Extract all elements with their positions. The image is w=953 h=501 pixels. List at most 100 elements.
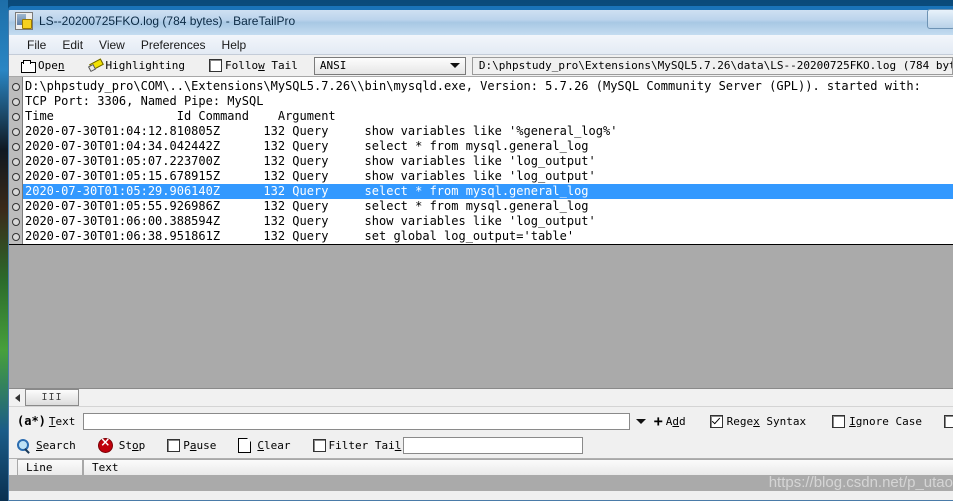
encoding-value: ANSI [319, 59, 347, 72]
log-line[interactable]: 2020-07-30T01:06:00.388594Z 132 Query sh… [23, 214, 953, 229]
scroll-left-arrow-icon [14, 393, 20, 402]
log-lines[interactable]: D:\phpstudy_pro\COM\..\Extensions\MySQL5… [23, 77, 953, 244]
title-bar[interactable]: LS--20200725FKO.log (784 bytes) - BareTa… [8, 6, 953, 35]
menu-preferences[interactable]: Preferences [133, 37, 214, 53]
bookmark-circle-icon[interactable] [11, 232, 20, 241]
results-column-headers: Line Text [9, 458, 953, 476]
follow-tail-checkbox[interactable]: Follow Tail [205, 58, 302, 73]
filter-tail-checkbox[interactable]: Filter Tail [312, 438, 402, 452]
extra-option-checkbox[interactable] [944, 414, 953, 428]
menu-view[interactable]: View [91, 37, 133, 53]
bookmark-circle-icon[interactable] [11, 157, 20, 166]
main-toolbar: Open Highlighting Follow Tail ANSI D:\ph… [9, 55, 953, 77]
chevron-down-icon [449, 63, 460, 68]
search-row-actions: Search Stop Pause Clear Filter Tail [9, 435, 953, 455]
search-text-label: Text [48, 414, 76, 428]
log-view[interactable]: D:\phpstudy_pro\COM\..\Extensions\MySQL5… [9, 77, 953, 245]
highlighter-pen-icon [89, 60, 103, 72]
menu-help[interactable]: Help [214, 37, 255, 53]
open-button-label: Open [38, 59, 65, 72]
folder-open-icon [21, 59, 36, 73]
window-controls [927, 9, 953, 29]
ignore-case-checkbox[interactable] [832, 414, 846, 428]
status-area [9, 475, 129, 491]
log-line[interactable]: 2020-07-30T01:04:12.810805Z 132 Query sh… [23, 124, 953, 139]
regex-syntax-label: Regex Syntax [726, 414, 807, 428]
log-line[interactable]: D:\phpstudy_pro\COM\..\Extensions\MySQL5… [23, 79, 953, 94]
log-line[interactable]: 2020-07-30T01:05:55.926986Z 132 Query se… [23, 199, 953, 214]
pause-checkbox-box[interactable] [167, 438, 181, 452]
search-button-label: Search [36, 438, 76, 452]
search-icon [17, 438, 30, 452]
filter-tail-input[interactable] [403, 436, 584, 454]
regex-syntax-checkbox[interactable] [709, 414, 723, 428]
app-icon [15, 12, 33, 30]
stop-button-label: Stop [118, 438, 146, 452]
search-row-text: (a*) Text + Add Regex Syntax Ignore Case [9, 411, 953, 431]
search-panel: (a*) Text + Add Regex Syntax Ignore Case… [9, 406, 953, 458]
scroll-left-button[interactable] [9, 390, 25, 405]
results-list[interactable]: https://blog.csdn.net/p_utao [9, 474, 953, 491]
log-line[interactable]: 2020-07-30T01:05:29.906140Z 132 Query se… [23, 184, 953, 199]
log-line[interactable]: 2020-07-30T01:04:34.042442Z 132 Query se… [23, 139, 953, 154]
scrollbar-thumb[interactable]: III [25, 389, 79, 406]
watermark-text: https://blog.csdn.net/p_utao [768, 474, 953, 491]
baretailpro-window: LS--20200725FKO.log (784 bytes) - BareTa… [8, 6, 953, 501]
log-line-marker[interactable] [9, 229, 22, 244]
regex-a-star-icon: (a*) [17, 414, 46, 428]
file-path-field[interactable]: D:\phpstudy_pro\Extensions\MySQL5.7.26\d… [471, 56, 953, 75]
log-line-marker[interactable] [9, 109, 22, 124]
bookmark-circle-icon[interactable] [11, 97, 20, 106]
search-input[interactable] [83, 412, 630, 430]
minimize-button[interactable] [927, 9, 953, 29]
horizontal-scrollbar[interactable]: III [9, 388, 953, 406]
log-line-marker[interactable] [9, 79, 22, 94]
log-line[interactable]: 2020-07-30T01:05:07.223700Z 132 Query sh… [23, 154, 953, 169]
menu-file[interactable]: File [19, 37, 54, 53]
bookmark-circle-icon[interactable] [11, 172, 20, 181]
add-plus-icon: + [653, 412, 663, 430]
log-line-marker[interactable] [9, 184, 22, 199]
follow-tail-label: Follow Tail [224, 59, 298, 72]
bookmark-circle-icon[interactable] [11, 82, 20, 91]
filter-tail-label: Filter Tail [328, 438, 402, 452]
bookmark-circle-icon[interactable] [11, 112, 20, 121]
bookmark-circle-icon[interactable] [11, 127, 20, 136]
log-line-marker[interactable] [9, 154, 22, 169]
log-line-marker[interactable] [9, 94, 22, 109]
log-empty-area: III [9, 245, 953, 406]
clear-button[interactable]: Clear [238, 437, 291, 453]
results-col-line[interactable]: Line [17, 459, 83, 476]
search-button[interactable]: Search [17, 438, 76, 452]
window-title: LS--20200725FKO.log (784 bytes) - BareTa… [39, 14, 296, 28]
log-line-marker[interactable] [9, 169, 22, 184]
stop-button[interactable]: Stop [97, 435, 146, 453]
desktop-left-strip [0, 0, 8, 501]
bookmark-circle-icon[interactable] [11, 142, 20, 151]
bookmark-circle-icon[interactable] [11, 217, 20, 226]
highlighting-button-label: Highlighting [105, 59, 185, 72]
follow-tail-checkbox-box[interactable] [208, 59, 222, 72]
clear-button-label: Clear [257, 438, 291, 452]
encoding-dropdown[interactable]: ANSI [313, 56, 466, 75]
bookmark-circle-icon[interactable] [11, 202, 20, 211]
open-button[interactable]: Open [17, 58, 69, 73]
log-line-marker[interactable] [9, 199, 22, 214]
log-line[interactable]: 2020-07-30T01:05:15.678915Z 132 Query sh… [23, 169, 953, 184]
log-gutter [9, 77, 23, 244]
log-line[interactable]: Time Id Command Argument [23, 109, 953, 124]
stop-icon [97, 435, 113, 453]
menu-edit[interactable]: Edit [54, 37, 91, 53]
filter-tail-checkbox-box[interactable] [312, 438, 326, 452]
bookmark-circle-icon[interactable] [11, 187, 20, 196]
pause-checkbox[interactable]: Pause [167, 438, 216, 452]
log-line-marker[interactable] [9, 124, 22, 139]
add-button-label[interactable]: Add [666, 415, 686, 428]
log-line[interactable]: TCP Port: 3306, Named Pipe: MySQL [23, 94, 953, 109]
highlighting-button[interactable]: Highlighting [85, 58, 189, 73]
log-line-marker[interactable] [9, 139, 22, 154]
log-line-marker[interactable] [9, 214, 22, 229]
ignore-case-label: Ignore Case [849, 414, 922, 428]
search-history-chevron-icon[interactable] [635, 418, 646, 424]
log-line[interactable]: 2020-07-30T01:06:38.951861Z 132 Query se… [23, 229, 953, 244]
